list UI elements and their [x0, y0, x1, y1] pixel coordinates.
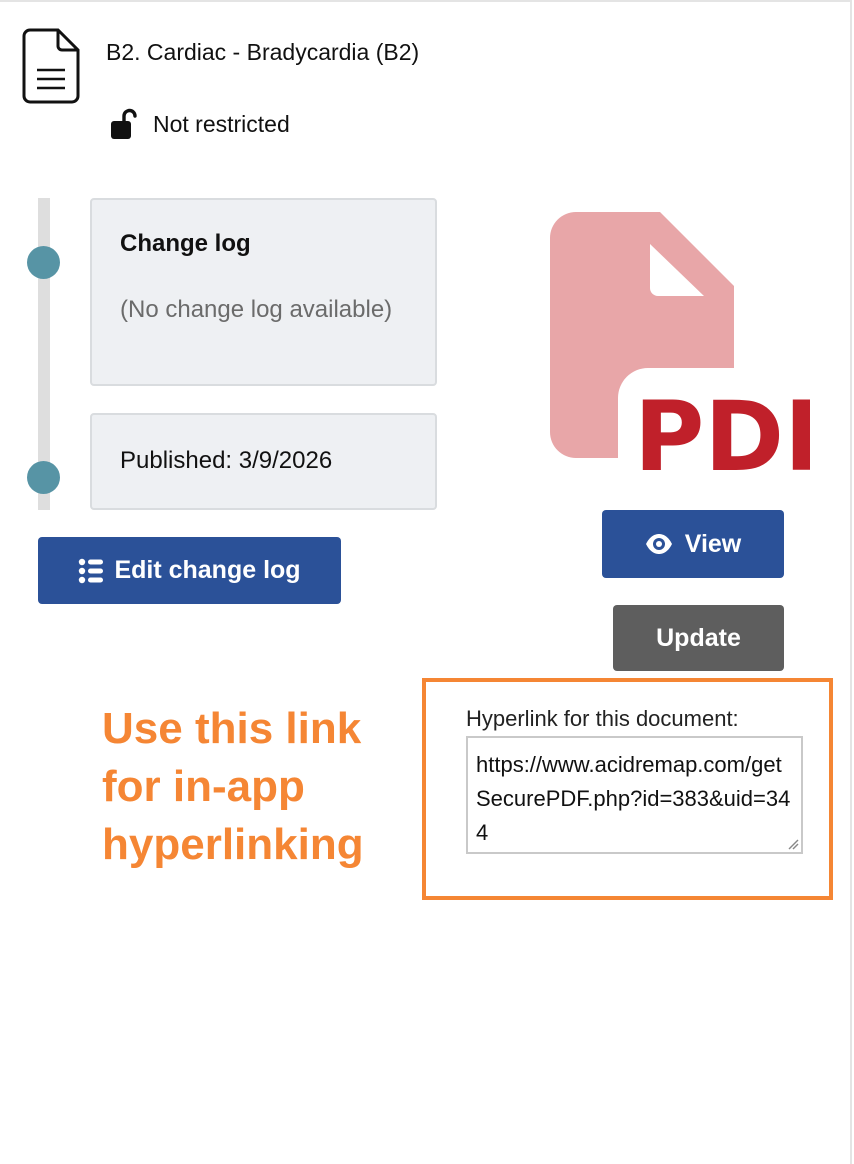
published-date: Published: 3/9/2026: [120, 447, 333, 474]
change-log-empty-text: (No change log available): [120, 296, 393, 323]
file-document-icon: [22, 28, 80, 104]
pdf-label: PDF: [634, 381, 810, 476]
hyperlink-label: Hyperlink for this document:: [466, 706, 739, 731]
edit-change-log-button[interactable]: Edit change log: [38, 537, 341, 604]
restriction-status: Not restricted: [153, 111, 290, 137]
list-icon: [79, 558, 104, 583]
pdf-file-icon: PDF: [550, 212, 810, 476]
edit-change-log-label: Edit change log: [114, 556, 301, 584]
timeline-dot: [27, 246, 60, 279]
annotation-callout: Use this link for in-app hyperlinking: [102, 704, 364, 869]
hyperlink-textarea[interactable]: https://www.acidremap.com/getSecurePDF.p…: [466, 736, 803, 854]
change-log-card: Change log (No change log available): [90, 198, 437, 386]
change-log-title: Change log: [120, 230, 251, 257]
published-card: Published: 3/9/2026: [90, 413, 437, 510]
view-button[interactable]: View: [602, 510, 784, 578]
document-title: B2. Cardiac - Bradycardia (B2): [106, 39, 420, 65]
timeline-dot: [27, 461, 60, 494]
hyperlink-value: https://www.acidremap.com/getSecurePDF.p…: [476, 752, 791, 845]
view-label: View: [684, 529, 742, 558]
eye-icon: [645, 534, 672, 554]
update-button[interactable]: Update: [613, 605, 784, 671]
unlock-icon: [111, 108, 137, 139]
resize-grip-icon[interactable]: [787, 838, 799, 850]
hyperlink-highlight-box: Hyperlink for this document: https://www…: [422, 678, 833, 900]
